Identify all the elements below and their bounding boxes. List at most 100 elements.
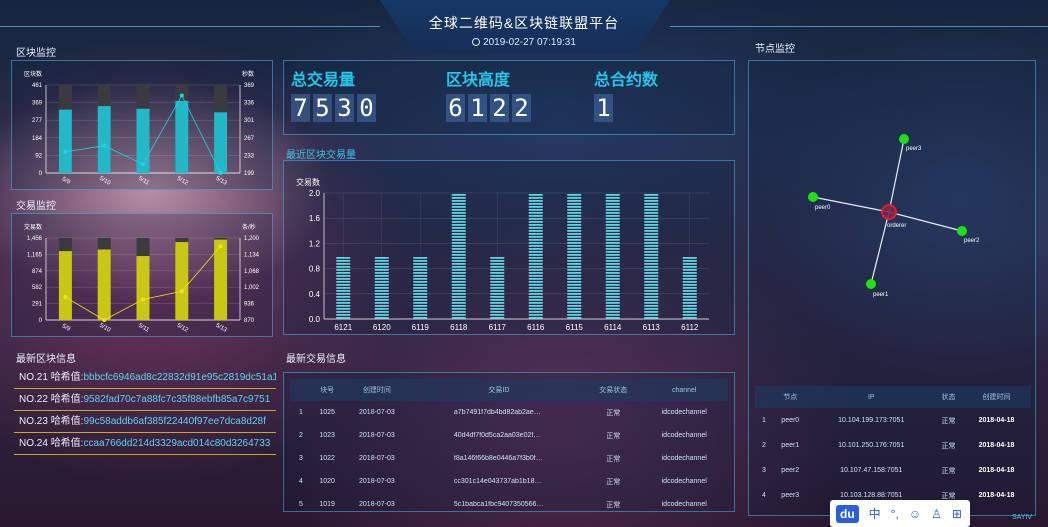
ime-user-button[interactable]: ♙ (931, 507, 942, 521)
x-tick-label: 6115 (566, 323, 584, 332)
cell-channel: idcodechannel (661, 478, 707, 485)
cell-node: peer2 (781, 467, 800, 474)
list-item[interactable]: NO.23 哈希值:99c58addb6af385f22440f97ee7dca… (14, 412, 276, 433)
block-hash: 99c58addb6af385f22440f97ee7dca8d28f (83, 416, 266, 427)
peer-label: peer3 (906, 146, 922, 152)
y-tick-label: 1.2 (309, 239, 321, 248)
table-row[interactable]: 4 1020 2018-07-03 cc301c14e043737ab1b186164… (290, 470, 728, 493)
left-tick-label: 1,456 (27, 236, 43, 242)
right-tick-label: 267 (244, 136, 255, 142)
x-tick-label: 6113 (643, 323, 661, 332)
orderer-node[interactable] (881, 204, 897, 220)
peer-node[interactable] (957, 226, 967, 236)
y-tick-label: 0.0 (309, 315, 321, 324)
list-item[interactable]: NO.24 哈希值:ccaa766dd214d3329acd014c80d326… (14, 434, 276, 455)
left-tick-label: 277 (32, 118, 43, 124)
peer-node[interactable] (808, 192, 818, 202)
x-tick-label: 5/11 (137, 176, 150, 187)
ime-punct-button[interactable]: °, (891, 507, 899, 521)
txid-text: f8a146f66b8e0446a7f3b0f014e74d... (453, 455, 544, 462)
column-header: 交易ID (411, 379, 587, 401)
left-tick-label: 184 (32, 136, 43, 142)
cell-block: 1023 (319, 432, 335, 439)
clock-icon (472, 38, 481, 46)
x-tick-label: 5/9 (61, 176, 72, 186)
node-monitor-title: 节点监控 (755, 44, 795, 55)
list-item[interactable]: NO.22 哈希值:9582fad70c7a88fc7c35f88ebfb85a… (14, 390, 276, 411)
right-tick-label: 870 (244, 318, 255, 324)
table-row[interactable]: 1 peer0 10.104.199.173:7051 正常 2018-04-18 (755, 408, 1031, 433)
peer-node[interactable] (866, 279, 876, 289)
ime-brand-icon[interactable]: du (836, 504, 859, 523)
left-tick-label: 461 (32, 83, 43, 89)
right-tick-label: 1,200 (244, 236, 260, 242)
cell-ip: 10.104.199.173:7051 (838, 417, 905, 424)
cell-block: 1020 (319, 478, 335, 485)
bar (374, 257, 389, 319)
x-tick-label: 6112 (681, 323, 699, 332)
cell-txid: 5c1babca1fbc9407350566ca24091... (412, 493, 587, 511)
cell-status: 正常 (941, 467, 956, 475)
divider (14, 432, 276, 433)
cell-ip: 10.101.250.176:7051 (838, 442, 905, 449)
line-point (102, 143, 107, 148)
block-hash-label: 哈希值: (50, 416, 84, 427)
block-hash-label: 哈希值: (50, 372, 84, 383)
cell-status: 正常 (606, 501, 621, 509)
cell-status: 正常 (606, 409, 621, 417)
x-tick-label: 6120 (373, 323, 391, 332)
table-row[interactable]: 3 peer2 10.107.47.158:7051 正常 2018-04-18 (755, 458, 1031, 483)
table-row[interactable]: 5 1019 2018-07-03 5c1babca1fbc9407350566ca2… (290, 493, 728, 511)
right-tick-label: 369 (244, 83, 255, 89)
stat-contracts-label: 总合约数 (594, 72, 659, 89)
x-tick-label: 6114 (604, 323, 622, 332)
divider (14, 388, 276, 389)
left-tick-label: 874 (32, 269, 43, 275)
line-point (218, 244, 223, 249)
cell-status: 正常 (941, 442, 956, 450)
table-row[interactable]: 3 1022 2018-07-03 f8a146f66b8e0446a7f3b0f01… (290, 447, 728, 470)
table-header-row: 节点 IP 状态 创建时间 (755, 386, 1031, 408)
table-header-row: 块号 创建时间 交易ID 交易状态 channel (290, 379, 728, 401)
column-header: channel (640, 379, 728, 401)
txid-text: a7b7491f7db4bd82ab2aea0bb5a... (453, 409, 544, 416)
table-row[interactable]: 2 1023 2018-07-03 40d4df7f0d5ca2aa03e02f060… (290, 424, 728, 447)
left-tick-label: 0 (39, 318, 43, 324)
column-header: 创建时间 (961, 386, 1031, 408)
block-hash: ccaa766dd214d3329acd014c80d3264733 (83, 438, 271, 449)
bar (97, 249, 111, 320)
cell-status: 正常 (606, 432, 621, 440)
stat-block-height-label: 区块高度 (446, 72, 511, 89)
ime-lang-button[interactable]: 中 (869, 505, 881, 522)
y-tick-label: 0.8 (309, 265, 321, 274)
ime-grid-button[interactable]: ⊞ (952, 507, 962, 521)
x-tick-label: 5/10 (98, 323, 112, 334)
recent-block-tx-panel: 交易数 2.0 1.6 1.2 0.8 0.4 0.0 6121 6120 6119 6118 611… (283, 160, 735, 335)
cell-date: 2018-04-18 (978, 467, 1015, 474)
table-row[interactable]: 1 1025 2018-07-03 a7b7491f7db4bd82ab2aea0bb… (290, 401, 728, 424)
bar (490, 257, 505, 319)
digit: 1 (468, 94, 487, 122)
list-item[interactable]: NO.21 哈希值:bbbcfc6946ad8c22832d91e95c2819… (14, 368, 276, 389)
cell-node: peer3 (781, 492, 800, 499)
latest-tx-table: 块号 创建时间 交易ID 交易状态 channel 1 1025 2018-07-03 a7b… (290, 379, 728, 511)
row-index: 4 (299, 478, 303, 485)
x-tick-label: 6119 (412, 323, 430, 332)
latest-blocks-title: 最新区块信息 (16, 354, 76, 365)
peer-label: peer2 (964, 238, 980, 244)
ime-toolbar[interactable]: du 中 °, ☺ ♙ ⊞ (830, 500, 970, 527)
peer-node[interactable] (899, 134, 909, 144)
row-index: 2 (762, 442, 766, 449)
ime-emoji-button[interactable]: ☺ (909, 507, 921, 521)
digit: 5 (313, 94, 332, 122)
col-index (290, 379, 312, 401)
cell-status: 正常 (606, 478, 621, 486)
datetime: 2019-02-27 07:19:31 (0, 37, 1048, 48)
digit: 1 (594, 94, 613, 122)
x-tick-label: 5/9 (61, 323, 72, 333)
right-tick-label: 1,134 (244, 252, 260, 258)
bar (336, 257, 351, 319)
table-row[interactable]: 2 peer1 10.101.250.176:7051 正常 2018-04-18 (755, 433, 1031, 458)
cell-time: 2018-07-03 (359, 455, 395, 462)
topology-edge (888, 138, 905, 213)
